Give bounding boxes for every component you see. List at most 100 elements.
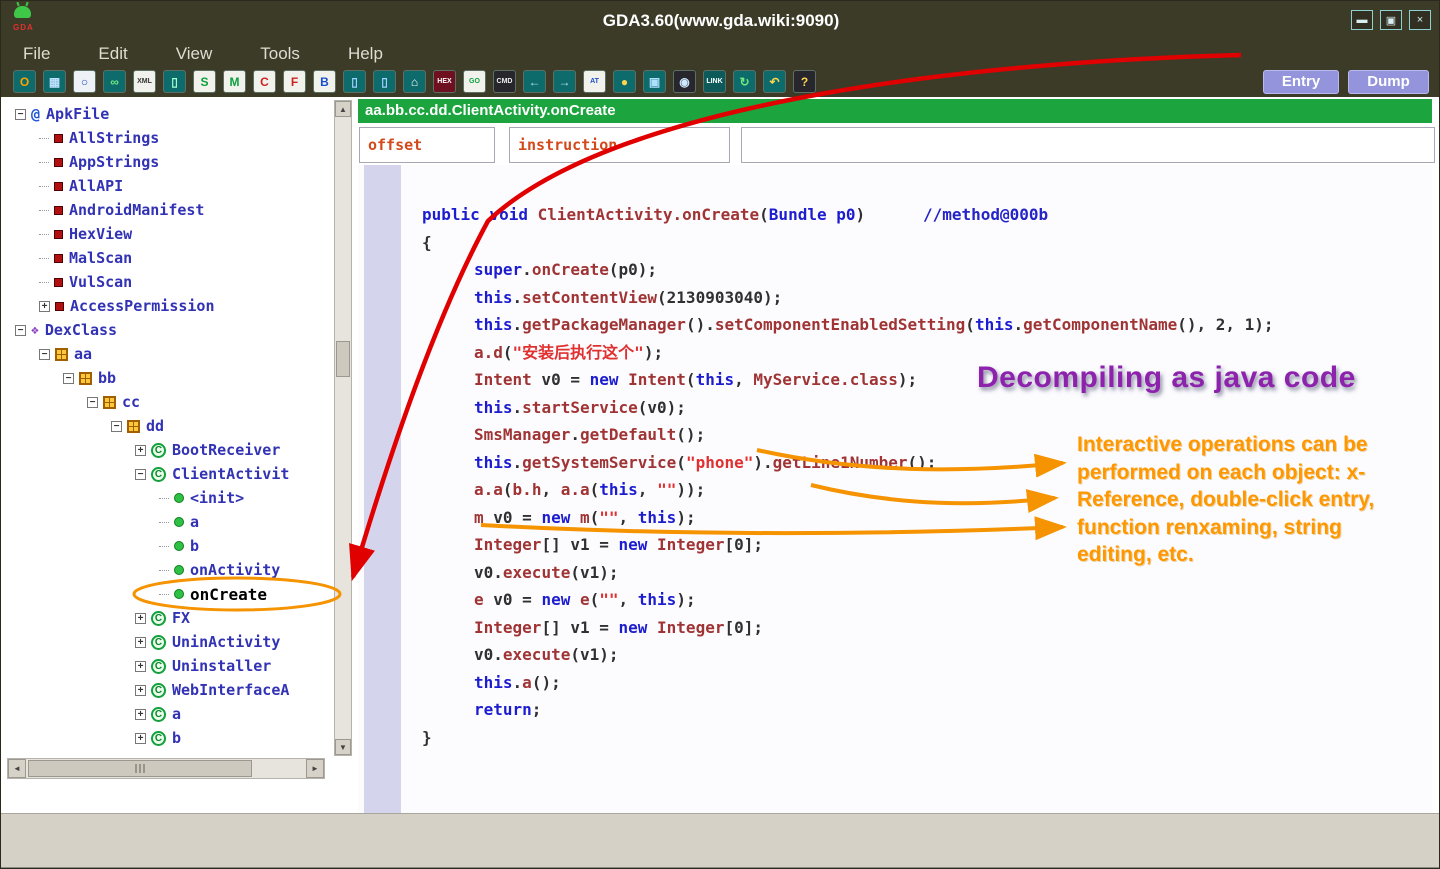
expand-icon[interactable]: +: [39, 301, 50, 312]
code-line[interactable]: this.setContentView(2130903040);: [408, 284, 1432, 312]
tree-item-androidmanifest[interactable]: AndroidManifest: [1, 198, 333, 222]
code-line[interactable]: this.getPackageManager().setComponentEna…: [408, 311, 1432, 339]
refresh-icon[interactable]: ↻: [734, 71, 755, 92]
code-line[interactable]: public void ClientActivity.onCreate(Bund…: [408, 201, 1432, 229]
tree-item-aa[interactable]: −aa: [1, 342, 333, 366]
instruction-column-header[interactable]: instruction: [509, 127, 730, 163]
tree-item-vulscan[interactable]: VulScan: [1, 270, 333, 294]
entry-button[interactable]: Entry: [1263, 70, 1339, 94]
tree-item-allstrings[interactable]: AllStrings: [1, 126, 333, 150]
b-tool-icon[interactable]: B: [314, 71, 335, 92]
tree-item-malscan[interactable]: MalScan: [1, 246, 333, 270]
scroll-down-button[interactable]: ▼: [335, 739, 351, 755]
collapse-icon[interactable]: −: [111, 421, 122, 432]
collapse-icon[interactable]: −: [15, 109, 26, 120]
code-line[interactable]: this.startService(v0);: [408, 394, 1432, 422]
scroll-left-button[interactable]: ◄: [8, 759, 26, 778]
hex-icon[interactable]: HEX: [434, 71, 455, 92]
code-line[interactable]: a.d("安装后执行这个");: [408, 339, 1432, 367]
tree-item-hexview[interactable]: HexView: [1, 222, 333, 246]
expand-icon[interactable]: +: [135, 709, 146, 720]
code-line[interactable]: {: [408, 229, 1432, 257]
f-tool-icon[interactable]: F: [284, 71, 305, 92]
tree-item-dexclass[interactable]: −❖DexClass: [1, 318, 333, 342]
back-icon[interactable]: ←: [524, 71, 545, 92]
code-line[interactable]: return;: [408, 696, 1432, 724]
code-line[interactable]: a.a(b.h, a.a(this, ""));: [408, 476, 1432, 504]
code-line[interactable]: Intent v0 = new Intent(this, MyService.c…: [408, 366, 1432, 394]
expand-icon[interactable]: +: [135, 637, 146, 648]
home-icon[interactable]: ⌂: [404, 71, 425, 92]
dialog-icon[interactable]: ▣: [644, 71, 665, 92]
s-tool-icon[interactable]: S: [194, 71, 215, 92]
c-tool-icon[interactable]: C: [254, 71, 275, 92]
expand-icon[interactable]: +: [135, 445, 146, 456]
tree-item-a[interactable]: +Ca: [1, 702, 333, 726]
save-icon[interactable]: ▦: [44, 71, 65, 92]
scroll-right-button[interactable]: ►: [306, 759, 324, 778]
tree-item-fx[interactable]: +CFX: [1, 606, 333, 630]
tree-item-onactivity[interactable]: onActivity: [1, 558, 333, 582]
collapse-icon[interactable]: −: [39, 349, 50, 360]
collapse-icon[interactable]: −: [63, 373, 74, 384]
search-icon[interactable]: ○: [74, 71, 95, 92]
horizontal-scroll-thumb[interactable]: [28, 760, 252, 777]
collapse-icon[interactable]: −: [135, 469, 146, 480]
collapse-icon[interactable]: −: [87, 397, 98, 408]
offset-column-header[interactable]: offset: [359, 127, 495, 163]
m-tool-icon[interactable]: M: [224, 71, 245, 92]
menu-item-edit[interactable]: Edit: [98, 44, 127, 64]
lock-icon[interactable]: ●: [614, 71, 635, 92]
cmd-icon[interactable]: CMD: [494, 71, 515, 92]
tree-item-dd[interactable]: −dd: [1, 414, 333, 438]
tree-item-accesspermission[interactable]: +AccessPermission: [1, 294, 333, 318]
tree-item-bb[interactable]: −bb: [1, 366, 333, 390]
expand-icon[interactable]: +: [135, 733, 146, 744]
menu-item-file[interactable]: File: [23, 44, 50, 64]
minimize-button[interactable]: ▬: [1351, 10, 1373, 30]
expand-icon[interactable]: +: [135, 685, 146, 696]
tree-vertical-scrollbar[interactable]: ▲ ▼: [334, 100, 352, 756]
scroll-up-button[interactable]: ▲: [335, 101, 351, 117]
code-line[interactable]: }: [408, 724, 1432, 752]
restore-button[interactable]: ▣: [1380, 10, 1402, 30]
menu-item-view[interactable]: View: [176, 44, 213, 64]
tree-item-apkfile[interactable]: −@ApkFile: [1, 102, 333, 126]
tree-item-a[interactable]: a: [1, 510, 333, 534]
dump-button[interactable]: Dump: [1348, 70, 1429, 94]
code-line[interactable]: v0.execute(v1);: [408, 559, 1432, 587]
expand-icon[interactable]: +: [135, 613, 146, 624]
expand-icon[interactable]: +: [135, 661, 146, 672]
device-1-icon[interactable]: ▯: [344, 71, 365, 92]
at-icon[interactable]: AT: [584, 71, 605, 92]
tree-item-appstrings[interactable]: AppStrings: [1, 150, 333, 174]
code-line[interactable]: this.getSystemService("phone").getLine1N…: [408, 449, 1432, 477]
menu-item-help[interactable]: Help: [348, 44, 383, 64]
tree-item-webinterfacea[interactable]: +CWebInterfaceA: [1, 678, 333, 702]
code-line[interactable]: m v0 = new m("", this);: [408, 504, 1432, 532]
code-line[interactable]: v0.execute(v1);: [408, 641, 1432, 669]
tree-horizontal-scrollbar[interactable]: ◄ ►: [7, 758, 325, 779]
tree-item-init[interactable]: <init>: [1, 486, 333, 510]
vertical-scroll-thumb[interactable]: [336, 341, 350, 377]
collapse-icon[interactable]: −: [15, 325, 26, 336]
device-2-icon[interactable]: ▯: [374, 71, 395, 92]
tree-item-clientactivit[interactable]: −CClientActivit: [1, 462, 333, 486]
tree-item-bootreceiver[interactable]: +CBootReceiver: [1, 438, 333, 462]
tree-item-uninactivity[interactable]: +CUninActivity: [1, 630, 333, 654]
link-icon[interactable]: LINK: [704, 71, 725, 92]
code-line[interactable]: this.a();: [408, 669, 1432, 697]
go-icon[interactable]: GO: [464, 71, 485, 92]
menu-item-tools[interactable]: Tools: [260, 44, 300, 64]
code-line[interactable]: e v0 = new e("", this);: [408, 586, 1432, 614]
tree-item-b[interactable]: b: [1, 534, 333, 558]
strings-icon[interactable]: ∞: [104, 71, 125, 92]
manifest-icon[interactable]: ▯: [164, 71, 185, 92]
code-line[interactable]: Integer[] v1 = new Integer[0];: [408, 614, 1432, 642]
help-icon[interactable]: ?: [794, 71, 815, 92]
code-line[interactable]: super.onCreate(p0);: [408, 256, 1432, 284]
capture-icon[interactable]: ◉: [674, 71, 695, 92]
tree-item-cc[interactable]: −cc: [1, 390, 333, 414]
tree-item-allapi[interactable]: AllAPI: [1, 174, 333, 198]
forward-icon[interactable]: →: [554, 71, 575, 92]
